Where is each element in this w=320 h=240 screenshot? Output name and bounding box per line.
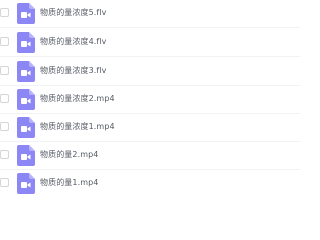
file-row[interactable]: 物质的量浓度3.flv: [0, 58, 300, 86]
row-checkbox[interactable]: [0, 66, 9, 75]
row-checkbox[interactable]: [0, 178, 9, 187]
video-file-icon: [17, 32, 35, 53]
file-name[interactable]: 物质的量浓度3.flv: [40, 65, 107, 77]
file-row[interactable]: 物质的量浓度5.flv: [0, 0, 300, 28]
row-checkbox[interactable]: [0, 122, 9, 131]
file-name[interactable]: 物质的量1.mp4: [40, 177, 99, 189]
row-checkbox[interactable]: [0, 37, 9, 46]
file-row[interactable]: 物质的量浓度1.mp4: [0, 114, 300, 142]
file-row[interactable]: 物质的量2.mp4: [0, 142, 300, 170]
file-row[interactable]: 物质的量浓度4.flv: [0, 29, 300, 57]
video-file-icon: [17, 145, 35, 166]
file-list: 物质的量浓度5.flv 物质的量浓度4.flv 物质的量浓度3.flv 物质的量…: [0, 0, 300, 200]
row-checkbox[interactable]: [0, 94, 9, 103]
file-name[interactable]: 物质的量浓度1.mp4: [40, 121, 115, 133]
row-checkbox[interactable]: [0, 150, 9, 159]
video-file-icon: [17, 89, 35, 110]
video-file-icon: [17, 117, 35, 138]
video-file-icon: [17, 173, 35, 194]
video-file-icon: [17, 61, 35, 82]
file-name[interactable]: 物质的量浓度4.flv: [40, 36, 107, 48]
file-name[interactable]: 物质的量浓度2.mp4: [40, 93, 115, 105]
file-name[interactable]: 物质的量2.mp4: [40, 149, 99, 161]
video-file-icon: [17, 3, 35, 24]
file-row[interactable]: 物质的量浓度2.mp4: [0, 86, 300, 114]
file-row[interactable]: 物质的量1.mp4: [0, 170, 300, 198]
row-checkbox[interactable]: [0, 8, 9, 17]
file-name[interactable]: 物质的量浓度5.flv: [40, 7, 107, 19]
